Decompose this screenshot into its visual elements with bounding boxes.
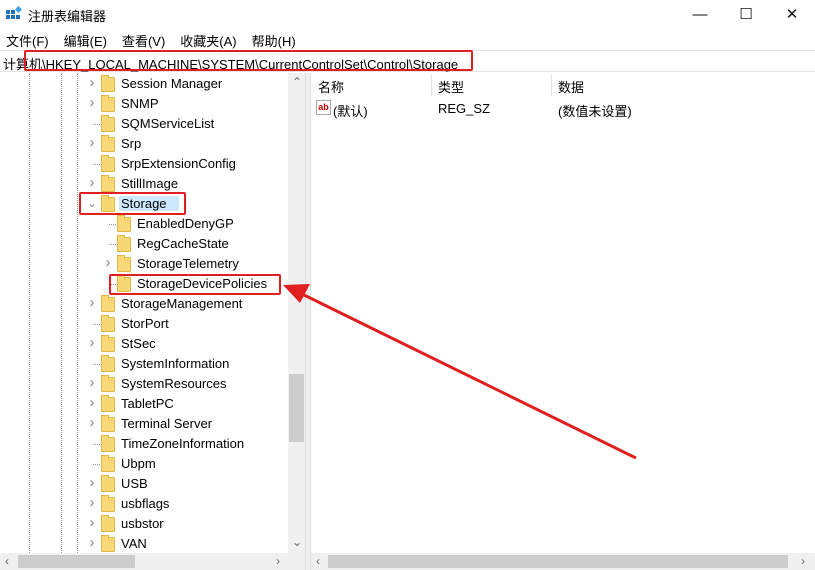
annotation-arrow: [283, 284, 637, 460]
